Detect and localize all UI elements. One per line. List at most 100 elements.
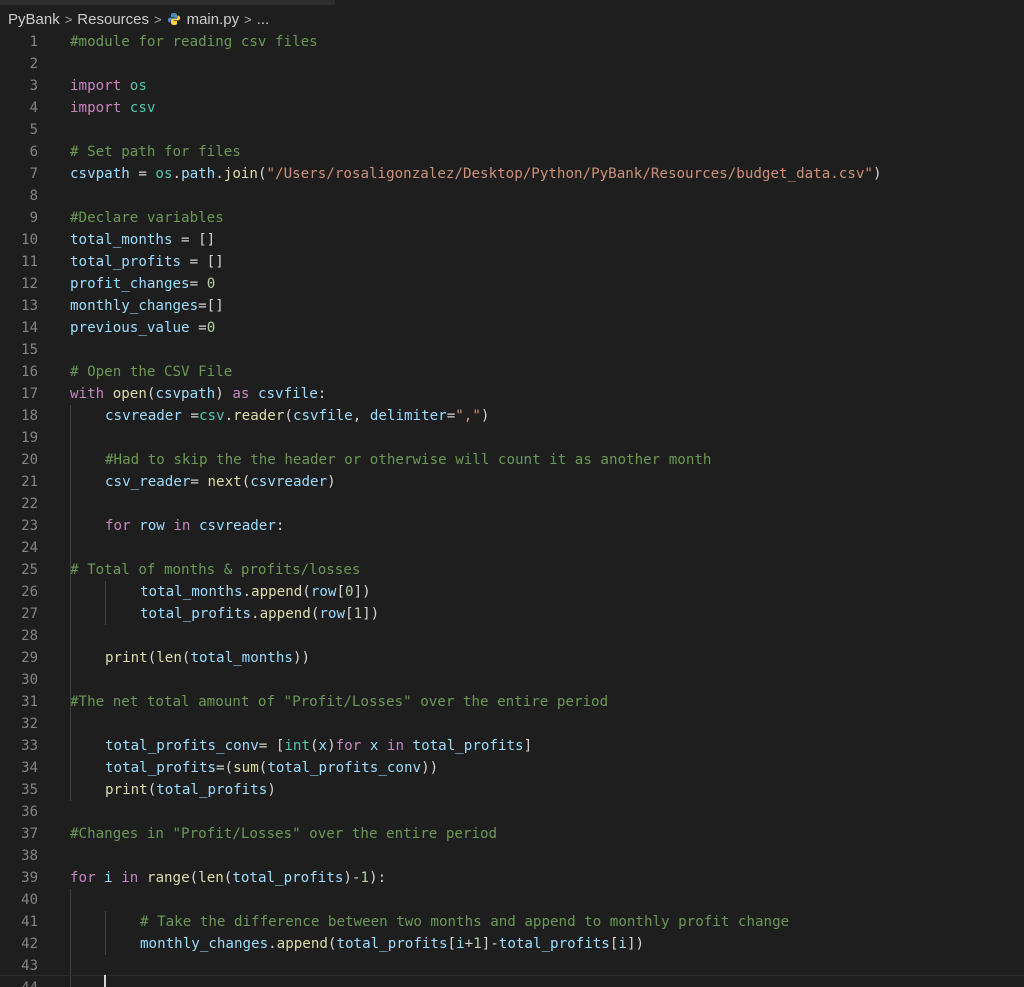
code-token: csvreader xyxy=(250,474,328,490)
code-line[interactable]: 43 xyxy=(0,955,1024,977)
code-line[interactable]: 22 xyxy=(0,493,1024,515)
code-line[interactable]: 18 csvreader =csv.reader(csvfile, delimit… xyxy=(0,405,1024,427)
code-token: in xyxy=(173,518,191,534)
line-number: 28 xyxy=(21,628,38,644)
code-line[interactable]: 32 xyxy=(0,713,1024,735)
code-line[interactable]: 8 xyxy=(0,185,1024,207)
code-token: . xyxy=(224,408,234,424)
line-number: 27 xyxy=(21,606,38,622)
code-line[interactable]: 3 import os xyxy=(0,75,1024,97)
code-line[interactable]: 33 total_profits_conv= [int(x)for x in to… xyxy=(0,735,1024,757)
code-line[interactable]: 20 #Had to skip the the header or otherwi… xyxy=(0,449,1024,471)
code-token: total_profits xyxy=(140,606,252,622)
code-line[interactable]: 4 import csv xyxy=(0,97,1024,119)
code-line[interactable]: 15 xyxy=(0,339,1024,361)
code-line[interactable]: 44 xyxy=(0,977,1024,987)
code-token: 0 xyxy=(206,276,216,292)
text-cursor xyxy=(104,975,106,987)
code-token: = xyxy=(446,408,456,424)
line-number: 41 xyxy=(21,914,38,930)
code-text: csv_reader= next(csvreader) xyxy=(105,471,336,493)
code-line[interactable]: 29 print(len(total_months)) xyxy=(0,647,1024,669)
code-line[interactable]: 34 total_profits=(sum(total_profits_conv)… xyxy=(0,757,1024,779)
code-line[interactable]: 6 # Set path for files xyxy=(0,141,1024,163)
code-line[interactable]: 40 xyxy=(0,889,1024,911)
code-line[interactable]: 5 xyxy=(0,119,1024,141)
code-line[interactable]: 21 csv_reader= next(csvreader) xyxy=(0,471,1024,493)
code-token: . xyxy=(251,606,260,622)
code-token: previous_value xyxy=(70,320,190,336)
code-token: total_profits xyxy=(105,760,217,776)
tab-strip xyxy=(0,0,335,5)
code-line[interactable]: 24 xyxy=(0,537,1024,559)
code-line[interactable]: 25 # Total of months & profits/losses xyxy=(0,559,1024,581)
code-line[interactable]: 9 #Declare variables xyxy=(0,207,1024,229)
code-line[interactable]: 27 total_profits.append(row[1]) xyxy=(0,603,1024,625)
code-line[interactable]: 42 monthly_changes.append(total_profits[i… xyxy=(0,933,1024,955)
code-line[interactable]: 17 with open(csvpath) as csvfile: xyxy=(0,383,1024,405)
line-number: 23 xyxy=(21,518,38,534)
code-line[interactable]: 37 #Changes in "Profit/Losses" over the e… xyxy=(0,823,1024,845)
line-number: 11 xyxy=(21,254,38,270)
code-token: total_months xyxy=(190,650,293,666)
breadcrumb-item-more[interactable]: ... xyxy=(257,11,270,28)
code-line[interactable]: 30 xyxy=(0,669,1024,691)
code-line[interactable]: 10 total_months = [] xyxy=(0,229,1024,251)
code-line[interactable]: 14 previous_value =0 xyxy=(0,317,1024,339)
code-line[interactable]: 23 for row in csvreader: xyxy=(0,515,1024,537)
code-token: append xyxy=(251,584,303,600)
code-line[interactable]: 28 xyxy=(0,625,1024,647)
code-line[interactable]: 1 #module for reading csv files xyxy=(0,31,1024,53)
breadcrumb-item-pybank[interactable]: PyBank xyxy=(8,11,60,28)
code-token: )) xyxy=(421,760,439,776)
code-text: # Open the CSV File xyxy=(70,361,232,383)
code-line[interactable]: 19 xyxy=(0,427,1024,449)
code-token: total_months xyxy=(140,584,243,600)
code-line[interactable]: 31 #The net total amount of "Profit/Losse… xyxy=(0,691,1024,713)
code-line[interactable]: 35 print(total_profits) xyxy=(0,779,1024,801)
line-number: 13 xyxy=(21,298,38,314)
code-line[interactable]: 16 # Open the CSV File xyxy=(0,361,1024,383)
breadcrumb-item-file[interactable]: main.py xyxy=(187,11,240,28)
code-token: total_months xyxy=(70,232,173,248)
code-token: = xyxy=(129,166,156,182)
code-token: total_profits_conv xyxy=(105,738,259,754)
code-token: total_profits xyxy=(232,870,344,886)
breadcrumb-item-resources[interactable]: Resources xyxy=(77,11,149,28)
code-token: append xyxy=(259,606,311,622)
indent-guide xyxy=(105,911,106,955)
line-number: 9 xyxy=(29,210,38,226)
line-number: 34 xyxy=(21,760,38,776)
code-token: csvpath xyxy=(155,386,216,402)
code-line[interactable]: 13 monthly_changes=[] xyxy=(0,295,1024,317)
code-line[interactable]: 2 xyxy=(0,53,1024,75)
line-number: 26 xyxy=(21,584,38,600)
code-text: csvreader =csv.reader(csvfile, delimiter… xyxy=(105,405,489,427)
code-line[interactable]: 41 # Take the difference between two mont… xyxy=(0,911,1024,933)
code-line[interactable]: 36 xyxy=(0,801,1024,823)
code-text: total_profits=(sum(total_profits_conv)) xyxy=(105,757,438,779)
line-number: 17 xyxy=(21,386,38,402)
code-token: total_profits xyxy=(336,936,448,952)
code-token: print xyxy=(105,650,148,666)
code-line[interactable]: 39 for i in range(len(total_profits)-1): xyxy=(0,867,1024,889)
code-line[interactable]: 7 csvpath = os.path.join("/Users/rosaligo… xyxy=(0,163,1024,185)
code-line[interactable]: 12 profit_changes= 0 xyxy=(0,273,1024,295)
code-editor[interactable]: 1 #module for reading csv files 2 3 import o… xyxy=(0,31,1024,987)
breadcrumb-separator: > xyxy=(64,11,73,27)
breadcrumb: PyBank > Resources > main.py > ... xyxy=(8,8,269,30)
code-token: len xyxy=(156,650,182,666)
code-token: csv xyxy=(129,100,156,116)
code-text: print(total_profits) xyxy=(105,779,276,801)
line-number: 38 xyxy=(21,848,38,864)
code-line[interactable]: 11 total_profits = [] xyxy=(0,251,1024,273)
code-line[interactable]: 38 xyxy=(0,845,1024,867)
code-line[interactable]: 26 total_months.append(row[0]) xyxy=(0,581,1024,603)
code-token: os xyxy=(129,78,147,94)
code-text: csvpath = os.path.join("/Users/rosaligon… xyxy=(70,163,882,185)
